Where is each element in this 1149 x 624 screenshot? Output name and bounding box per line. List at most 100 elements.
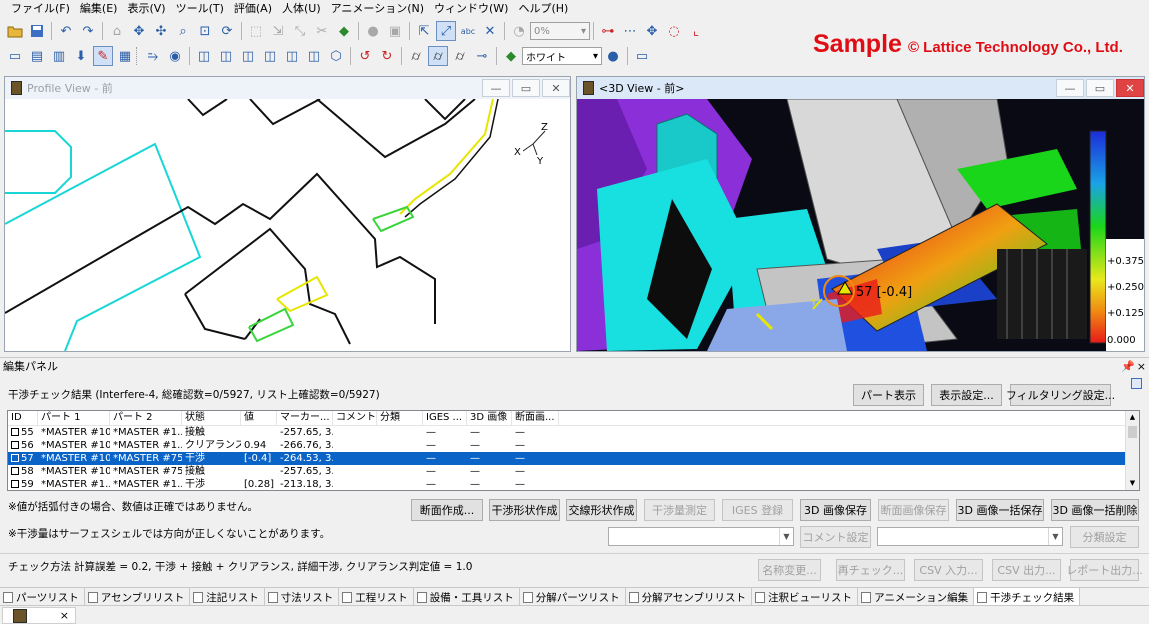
zoom-icon[interactable]: ⌕ [173,21,193,41]
pan-icon[interactable]: ✥ [129,21,149,41]
dimension-icon[interactable]: ✕ [480,21,500,41]
save-3d-image-button[interactable]: 3D 画像保存 [800,499,871,521]
frame-icon[interactable]: ▣ [385,21,405,41]
column-header[interactable]: 分類 [377,411,423,425]
tab-5[interactable]: 設備・工具リスト [414,588,520,606]
view-left-icon[interactable]: ◫ [238,46,258,66]
monitor-icon[interactable]: ▭ [632,46,652,66]
column-header[interactable]: 3D 画像 [467,411,512,425]
part-display-button[interactable]: パート表示 [853,384,924,406]
recheck-button[interactable]: 再チェック... [836,559,905,581]
chart-icon[interactable]: ▥ [49,46,69,66]
category-settings-button[interactable]: 分類設定 [1070,526,1139,548]
create-interference-shape-button[interactable]: 干渉形状作成 [489,499,560,521]
cylinder-shaded-icon[interactable]: ⌭ [428,46,448,66]
rotate-icon[interactable]: ✣ [151,21,171,41]
sphere-color-icon[interactable]: ● [603,46,623,66]
connect-icon[interactable]: ⋯ [620,21,640,41]
menu-view[interactable]: 表示(V) [122,0,170,18]
book-icon[interactable]: ▦ [115,46,135,66]
save-icon[interactable] [27,21,47,41]
minimize-button[interactable]: — [1056,79,1084,97]
column-header[interactable]: マーカー... [277,411,333,425]
window-layout-icon[interactable]: ▭ [5,46,25,66]
3d-view-titlebar[interactable]: <3D View - 前> — ▭ ✕ [577,77,1144,99]
close-button[interactable]: ✕ [542,79,570,97]
section-icon[interactable]: ⤢ [436,21,456,41]
menu-window[interactable]: ウィンドウ(W) [429,0,513,18]
3d-view-canvas[interactable]: 57 [-0.4] Y +0.375 +0.250 +0.125 0.000 [577,99,1144,351]
scroll-thumb[interactable] [1128,426,1137,438]
home-view-icon[interactable]: ⌂ [107,21,127,41]
opacity-select[interactable]: 0% ▾ [530,22,590,40]
cylinder-wire-icon[interactable]: ⌭ [450,46,470,66]
measure-interference-button[interactable]: 干渉量測定 [644,499,715,521]
tab-9[interactable]: アニメーション編集 [858,588,975,606]
undo-icon[interactable]: ↶ [56,21,76,41]
sphere-icon[interactable]: ● [363,21,383,41]
maximize-button[interactable]: ▭ [512,79,540,97]
move-part-icon[interactable]: ⇲ [268,21,288,41]
view-front-icon[interactable]: ◫ [194,46,214,66]
csv-export-button[interactable]: CSV 出力... [992,559,1061,581]
interference-table[interactable]: ID パート 1 パート 2 状態 値 マーカー... コメント 分類 IGES… [7,410,1140,491]
cut-tool-icon[interactable]: ✂ [312,21,332,41]
color-select[interactable]: ホワイト ▾ [522,47,602,65]
select-part-icon[interactable]: ⬚ [246,21,266,41]
tab-8[interactable]: 注釈ビューリスト [752,588,859,606]
display-settings-button[interactable]: 表示設定... [931,384,1002,406]
measure-icon[interactable]: ⇱ [414,21,434,41]
rotate-left-icon[interactable]: ↺ [355,46,375,66]
column-header[interactable]: パート 1 [38,411,110,425]
open-folder-icon[interactable] [5,21,25,41]
table-row[interactable]: 56 *MASTER #10 *MASTER #1... クリアランス 0.94 -266… [8,439,1139,452]
column-header[interactable]: ID [8,411,38,425]
panel-close-icon[interactable]: × [1137,358,1146,375]
walk-icon[interactable]: ⥲ [143,46,163,66]
menu-file[interactable]: ファイル(F) [6,0,75,18]
table-row[interactable]: 57 *MASTER #10 *MASTER #75 干渉 [-0.4] -264.53,… [8,452,1139,465]
spin-icon[interactable]: ⟳ [217,21,237,41]
menu-human[interactable]: 人体(U) [277,0,326,18]
tab-6[interactable]: 分解パーツリスト [520,588,626,606]
report-output-button[interactable]: レポート出力... [1066,559,1143,581]
profile-view-titlebar[interactable]: Profile View - 前 — ▭ ✕ [5,77,570,99]
close-icon[interactable]: × [60,609,69,622]
view-bottom-icon[interactable]: ◫ [304,46,324,66]
scale-part-icon[interactable]: ⤡ [290,21,310,41]
batch-delete-3d-images-button[interactable]: 3D 画像一括削除 [1051,499,1139,521]
row-checkbox[interactable] [11,467,19,475]
menu-edit[interactable]: 編集(E) [75,0,123,18]
tab-0[interactable]: パーツリスト [0,588,85,606]
cylinder-icon[interactable]: ⌭ [406,46,426,66]
export-icon[interactable]: ⬇ [71,46,91,66]
pencil-icon[interactable]: ✎ [93,46,113,66]
batch-save-3d-images-button[interactable]: 3D 画像一括保存 [956,499,1044,521]
move-arrows-icon[interactable]: ✥ [642,21,662,41]
category-select[interactable]: ▼ [877,527,1063,546]
profile-view-window[interactable]: Profile View - 前 — ▭ ✕ Z X Y [4,76,571,352]
column-header[interactable]: 値 [241,411,277,425]
edge-icon[interactable]: ⊸ [472,46,492,66]
create-section-button[interactable]: 断面作成... [411,499,483,521]
column-header[interactable]: 状態 [182,411,241,425]
image-icon[interactable]: ▤ [27,46,47,66]
zoom-fit-icon[interactable]: ⊡ [195,21,215,41]
column-header[interactable]: パート 2 [110,411,182,425]
minimize-button[interactable]: — [482,79,510,97]
table-row[interactable]: 59 *MASTER #1... *MASTER #1... 干渉 [0.28] -213… [8,478,1139,490]
pin-icon[interactable]: 📌 [1121,358,1135,375]
rotate-circle-icon[interactable]: ◌ [664,21,684,41]
filtering-settings-button[interactable]: フィルタリング設定... [1006,384,1115,406]
panel-options-icon[interactable] [1131,378,1142,389]
tab-2[interactable]: 注記リスト [190,588,265,606]
table-row[interactable]: 55*MASTER #10*MASTER #1...接触 -257.65, 3..… [8,426,1139,439]
menu-evaluate[interactable]: 評価(A) [229,0,277,18]
visibility-icon[interactable]: ◉ [165,46,185,66]
scroll-up-icon[interactable]: ▲ [1126,411,1139,424]
maximize-button[interactable]: ▭ [1086,79,1114,97]
csv-import-button[interactable]: CSV 入力... [914,559,983,581]
profile-view-canvas[interactable]: Z X Y [5,99,570,351]
menu-tools[interactable]: ツール(T) [171,0,229,18]
tab-7[interactable]: 分解アセンブリリスト [626,588,753,606]
